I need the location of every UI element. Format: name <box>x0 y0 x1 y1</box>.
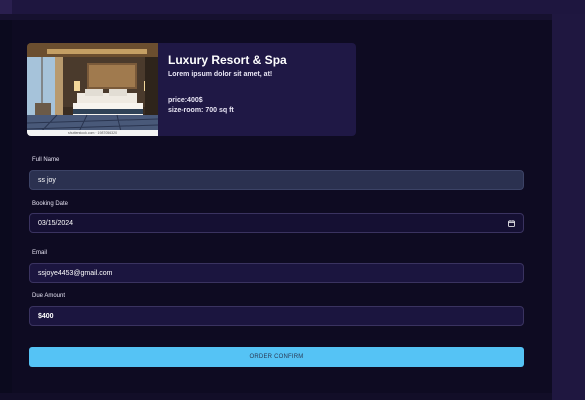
photo-watermark: shutterstock.com · 1987056320 <box>67 131 118 135</box>
email-field[interactable]: ssjoye4453@gmail.com <box>29 263 524 283</box>
email-value: ssjoye4453@gmail.com <box>38 270 113 277</box>
booking-date-label: Booking Date <box>32 201 69 207</box>
calendar-icon[interactable] <box>508 220 515 227</box>
booking-date-field[interactable]: 03/15/2024 <box>29 213 524 233</box>
hotel-card-info: Luxury Resort & Spa Lorem ipsum dolor si… <box>168 43 348 136</box>
due-amount-label: Due Amount <box>32 293 66 299</box>
hotel-room-photo: shutterstock.com · 1987056320 <box>27 43 158 136</box>
right-sidebar-strip <box>552 14 585 400</box>
full-name-value: ss joy <box>38 177 56 184</box>
top-bar <box>0 0 585 14</box>
full-name-label: Full Name <box>32 157 60 163</box>
hotel-room-illustration <box>27 43 158 136</box>
booking-date-value: 03/15/2024 <box>38 220 74 227</box>
hotel-title: Luxury Resort & Spa <box>168 53 287 67</box>
top-bar-edge <box>0 0 12 14</box>
hotel-room-size: size-room: 700 sq ft <box>168 107 234 114</box>
order-confirm-button[interactable]: ORDER CONFIRM <box>29 347 524 367</box>
hotel-description: Lorem ipsum dolor sit amet, at! <box>168 71 273 78</box>
full-name-field[interactable]: ss joy <box>29 170 524 190</box>
hotel-card: shutterstock.com · 1987056320 Luxury Res… <box>27 43 356 136</box>
due-amount-value: $400 <box>38 313 54 320</box>
email-label: Email <box>32 250 48 256</box>
hotel-price: price:400$ <box>168 97 203 104</box>
bottom-strip <box>0 393 552 400</box>
due-amount-field[interactable]: $400 <box>29 306 524 326</box>
